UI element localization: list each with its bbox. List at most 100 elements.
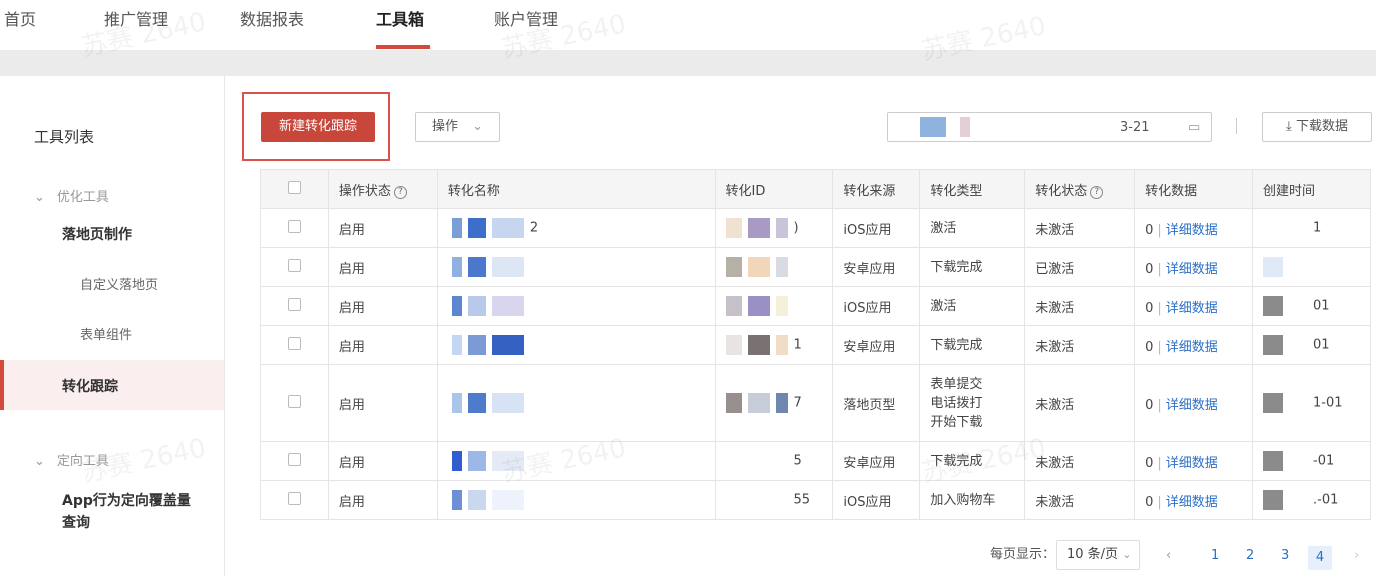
row-checkbox[interactable] (287, 219, 301, 233)
redacted-block (775, 490, 788, 510)
nav-promo[interactable]: 推广管理 (104, 6, 168, 30)
data-value: 0 (1145, 261, 1154, 277)
conv-status-cell: 未激活 (1024, 480, 1136, 520)
select-all-cell (260, 169, 329, 209)
detail-link[interactable]: 详细数据 (1166, 301, 1218, 316)
sidebar-item-form[interactable]: 表单组件 (80, 324, 132, 343)
nav-home[interactable]: 首页 (4, 6, 36, 30)
download-button[interactable]: ⤓ 下载数据 (1262, 112, 1372, 142)
detail-link[interactable]: 详细数据 (1166, 495, 1218, 510)
name-cell (436, 247, 716, 287)
help-icon[interactable]: ? (393, 185, 407, 199)
sidebar: 工具列表 ⌄ 优化工具 落地页制作 自定义落地页 表单组件 转化跟踪 ⌄ 定向工具 … (0, 76, 225, 576)
download-label: 下载数据 (1295, 119, 1348, 134)
status-cell: 启用 (327, 286, 438, 326)
created-cell: .-01 (1252, 480, 1371, 520)
source-cell: iOS应用 (832, 286, 921, 326)
sidebar-item-landing[interactable]: 落地页制作 (62, 224, 132, 244)
col-header: 转化来源 (832, 169, 921, 209)
detail-link[interactable]: 详细数据 (1166, 340, 1218, 355)
data-value: 0 (1145, 222, 1154, 238)
calendar-icon: ▭ (1188, 120, 1201, 135)
prev-page-icon[interactable]: ‹ (1166, 548, 1171, 563)
row-checkbox[interactable] (287, 452, 301, 466)
type-cell: 激活 (919, 208, 1026, 248)
redacted-block (1263, 257, 1284, 277)
detail-link[interactable]: 详细数据 (1166, 398, 1218, 413)
row-checkbox[interactable] (287, 297, 301, 311)
data-cell: 0 | 详细数据 (1134, 325, 1254, 365)
page-1[interactable]: 1 (1211, 548, 1219, 563)
redacted-block (467, 218, 486, 238)
redacted-block (747, 296, 770, 316)
redacted-block (747, 490, 770, 510)
created-cell (1252, 247, 1371, 287)
created-cell: -01 (1252, 441, 1371, 481)
separator: | (1157, 455, 1162, 471)
redacted-block (491, 490, 524, 510)
select-cell (260, 364, 329, 442)
table-row: 启用 iOS应用 激活 未激活 0 | 详细数据 01 (260, 286, 1371, 326)
new-conversion-button[interactable]: 新建转化跟踪 (261, 112, 375, 142)
sidebar-item-custom-landing[interactable]: 自定义落地页 (80, 274, 158, 293)
select-all-checkbox[interactable] (287, 180, 301, 194)
page-3[interactable]: 3 (1281, 548, 1289, 563)
chevron-down-icon: ⌄ (472, 119, 484, 134)
nav-account[interactable]: 账户管理 (494, 6, 558, 30)
nav-reports[interactable]: 数据报表 (240, 6, 304, 30)
sidebar-item-conversion[interactable]: 转化跟踪 (62, 376, 118, 396)
name-value: 2 (529, 220, 539, 236)
type-cell: 下载完成 (919, 441, 1026, 481)
redacted-block (1263, 451, 1284, 471)
row-checkbox[interactable] (287, 491, 301, 505)
id-cell (714, 286, 834, 326)
detail-link[interactable]: 详细数据 (1166, 223, 1218, 238)
data-value: 0 (1145, 300, 1154, 316)
type-cell: 下载完成 (919, 247, 1026, 287)
type-cell: 下载完成 (919, 325, 1026, 365)
col-header: 转化类型 (919, 169, 1026, 209)
type-value: 下载完成 (930, 337, 983, 353)
redacted-block (467, 393, 486, 413)
date-range-picker[interactable]: 3-21 ▭ (887, 112, 1212, 142)
redacted-block (725, 490, 742, 510)
row-checkbox[interactable] (287, 394, 301, 408)
status-cell: 启用 (327, 441, 438, 481)
page-2[interactable]: 2 (1246, 548, 1254, 563)
redacted-block (1263, 335, 1284, 355)
operation-dropdown[interactable]: 操作 ⌄ (415, 112, 500, 142)
detail-link[interactable]: 详细数据 (1166, 262, 1218, 277)
table-row: 启用 7 落地页型 表单提交 电话拨打 开始下载 未激活 0 | 详细数据 1-01 (260, 364, 1371, 442)
separator: | (1157, 494, 1162, 510)
col-header: 转化状态? (1024, 169, 1136, 209)
help-icon[interactable]: ? (1090, 185, 1104, 199)
nav-active-indicator (376, 45, 430, 49)
select-cell (260, 286, 329, 326)
col-header-label: 转化状态 (1035, 183, 1088, 199)
table-header-row: 操作状态? 转化名称 转化ID 转化来源 转化类型 转化状态? 转化数据 创建时… (260, 169, 1371, 209)
conv-status-cell: 未激活 (1024, 208, 1136, 248)
conv-status-cell: 未激活 (1024, 286, 1136, 326)
per-page-value: 10 条/页 (1067, 547, 1119, 562)
row-checkbox[interactable] (287, 336, 301, 350)
nav-toolbox[interactable]: 工具箱 (376, 6, 424, 30)
row-checkbox[interactable] (287, 258, 301, 272)
page-current[interactable]: 4 (1308, 546, 1332, 570)
sidebar-group-targeting[interactable]: ⌄ 定向工具 (34, 450, 109, 469)
per-page-select[interactable]: 10 条/页 ⌄ (1056, 540, 1140, 570)
select-cell (260, 441, 329, 481)
next-page-icon[interactable]: › (1354, 548, 1359, 563)
divider (1236, 118, 1237, 134)
data-value: 0 (1145, 494, 1154, 510)
status-cell: 启用 (327, 247, 438, 287)
data-cell: 0 | 详细数据 (1134, 441, 1254, 481)
conv-status-cell: 未激活 (1024, 441, 1136, 481)
sidebar-item-app-query[interactable]: App行为定向覆盖量查询 (62, 490, 202, 534)
redacted-block (451, 393, 462, 413)
redacted-block (775, 451, 788, 471)
select-cell (260, 208, 329, 248)
sidebar-group-optimize[interactable]: ⌄ 优化工具 (34, 186, 109, 205)
detail-link[interactable]: 详细数据 (1166, 456, 1218, 471)
redacted-block (491, 257, 524, 277)
redacted-block (451, 451, 462, 471)
